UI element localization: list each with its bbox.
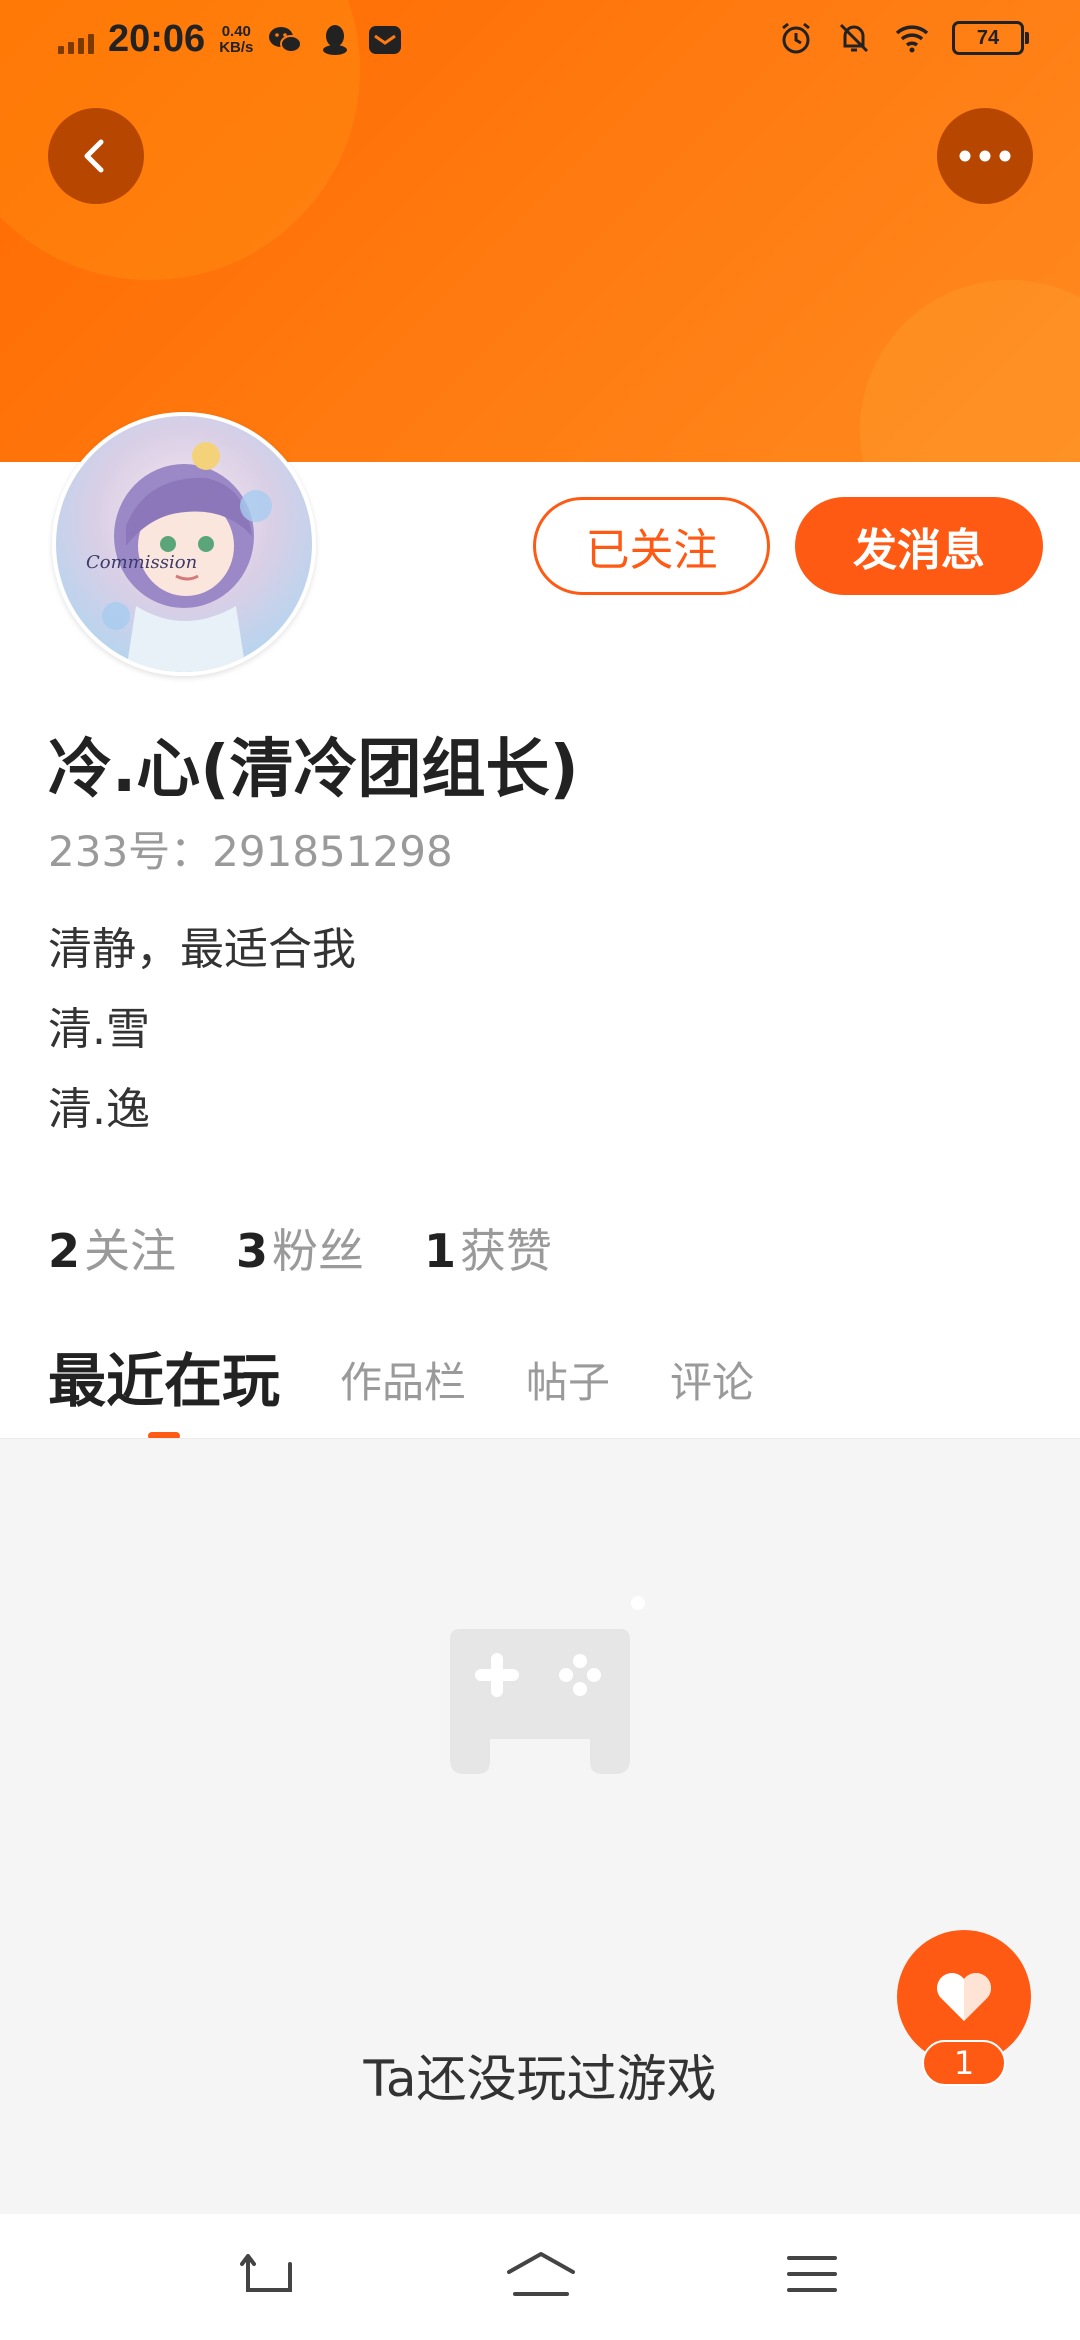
gamepad-icon <box>450 1596 645 1774</box>
wifi-icon <box>895 25 929 53</box>
profile-stats: 2关注 3粉丝 1获赞 <box>48 1215 552 1281</box>
send-message-button[interactable]: 发消息 <box>795 497 1043 595</box>
user-id: 233号：291851298 <box>48 827 453 876</box>
username: 冷.心(清冷团组长) <box>48 733 579 807</box>
clock: 20:06 <box>108 18 206 60</box>
profile-tabs: 最近在玩 作品栏 帖子 评论 <box>48 1330 814 1440</box>
banner-decoration <box>860 280 1080 462</box>
alarm-icon <box>782 22 810 54</box>
tab-content: Ta还没玩过游戏 <box>0 1438 1080 2215</box>
followers-count[interactable]: 3粉丝 <box>236 1215 364 1281</box>
tab-recently-played[interactable]: 最近在玩 <box>48 1334 280 1440</box>
like-count-badge: 1 <box>922 2040 1006 2086</box>
status-bar: 20:06 0.40 KB/s 74 <box>0 0 1080 84</box>
net-speed-value: 0.40 <box>221 22 251 40</box>
net-speed: 0.40 KB/s <box>219 22 254 56</box>
bio-line: 清.雪 <box>48 1004 150 1055</box>
more-button[interactable] <box>937 108 1033 204</box>
avatar-illustration: Commission <box>86 442 272 672</box>
tab-works[interactable]: 作品栏 <box>340 1349 466 1440</box>
signal-icon <box>58 26 94 54</box>
battery-indicator: 74 <box>952 21 1029 55</box>
heart-icon <box>937 1973 991 2021</box>
bio-line: 清静，最适合我 <box>48 924 356 975</box>
system-nav-bar <box>0 2214 1080 2340</box>
avatar[interactable]: Commission <box>52 412 316 676</box>
more-dots-icon <box>959 150 1011 162</box>
tab-comments[interactable]: 评论 <box>670 1349 754 1440</box>
mail-app-icon <box>369 25 402 54</box>
likes-count: 1获赞 <box>424 1224 553 1278</box>
back-button[interactable] <box>48 108 144 204</box>
wechat-icon <box>269 26 303 53</box>
followed-button[interactable]: 已关注 <box>533 497 770 595</box>
net-speed-unit: KB/s <box>219 38 254 56</box>
menu-nav-icon[interactable] <box>785 2250 839 2300</box>
following-count[interactable]: 2关注 <box>48 1215 176 1281</box>
bio-line: 清.逸 <box>48 1084 150 1135</box>
avatar-watermark: Commission <box>86 552 197 573</box>
mute-bell-icon <box>839 23 869 53</box>
back-nav-icon[interactable] <box>240 2250 298 2300</box>
qq-icon <box>323 24 348 55</box>
empty-state-text: Ta还没玩过游戏 <box>363 2050 717 2108</box>
tab-posts[interactable]: 帖子 <box>526 1349 610 1440</box>
home-nav-icon[interactable] <box>505 2250 577 2300</box>
bio: 清静，最适合我 清.雪 清.逸 <box>48 910 356 1150</box>
chevron-left-icon <box>84 139 104 173</box>
